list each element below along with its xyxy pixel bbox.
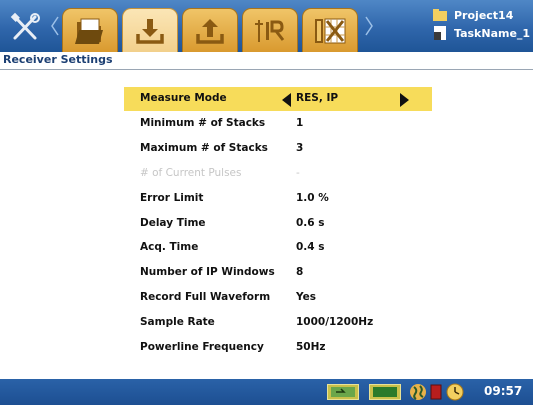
setting-row-powerline-frequency[interactable]: Powerline Frequency 50Hz [124, 336, 432, 360]
chevron-left-icon [50, 14, 60, 38]
setting-row-ip-windows[interactable]: Number of IP Windows 8 [124, 261, 432, 285]
record-indicator-icon [430, 383, 442, 401]
folder-icon [432, 8, 448, 22]
setting-row-max-stacks[interactable]: Maximum # of Stacks 3 [124, 137, 432, 161]
setting-label: Record Full Waveform [140, 291, 271, 303]
setting-row-delay-time[interactable]: Delay Time 0.6 s [124, 212, 432, 236]
setting-value: 50Hz [296, 341, 326, 353]
tab-transmit[interactable] [182, 8, 238, 52]
setting-row-measure-mode[interactable]: Measure Mode RES, IP [124, 87, 432, 111]
setting-value: 0.4 s [296, 241, 325, 253]
setting-label: Acq. Time [140, 241, 199, 253]
setting-value: 1000/1200Hz [296, 316, 374, 328]
chevron-right-icon [364, 14, 374, 38]
setting-value: RES, IP [296, 92, 339, 104]
project-info: Project14 TaskName_1 [432, 4, 533, 48]
upload-tray-icon [193, 16, 227, 46]
project-name: Project14 [454, 8, 514, 22]
grid-tools-icon [313, 16, 347, 46]
setting-row-current-pulses: # of Current Pulses - [124, 162, 432, 186]
project-row: Project14 [432, 6, 513, 24]
setting-value: Yes [296, 291, 317, 303]
setting-label: Error Limit [140, 192, 204, 204]
setting-value: 3 [296, 142, 304, 154]
setting-value: 1.0 % [296, 192, 329, 204]
setting-label: Minimum # of Stacks [140, 117, 266, 129]
setting-row-min-stacks[interactable]: Minimum # of Stacks 1 [124, 112, 432, 136]
setting-label: Delay Time [140, 217, 206, 229]
download-tray-icon [133, 16, 167, 46]
clock-time: 09:57 [484, 384, 523, 398]
setting-row-sample-rate[interactable]: Sample Rate 1000/1200Hz [124, 311, 432, 335]
setting-value: 0.6 s [296, 217, 325, 229]
battery-charging-icon [326, 383, 360, 401]
document-icon [432, 26, 448, 40]
task-row: TaskName_1 [432, 24, 530, 42]
settings-panel: Measure Mode RES, IP Minimum # of Stacks… [0, 71, 533, 379]
tab-project[interactable] [62, 8, 118, 52]
setting-value: 1 [296, 117, 304, 129]
tab-receive[interactable] [122, 8, 178, 52]
setting-value: 8 [296, 266, 304, 278]
project-folder-icon [73, 16, 107, 46]
tools-icon [9, 12, 43, 46]
task-name: TaskName_1 [454, 26, 531, 40]
setting-label: Measure Mode [140, 92, 227, 104]
setting-label: Powerline Frequency [140, 341, 264, 353]
setting-label: Sample Rate [140, 316, 215, 328]
arrow-right-icon[interactable] [400, 92, 410, 107]
setting-value: - [296, 167, 300, 179]
top-toolbar: Project14 TaskName_1 [0, 0, 533, 52]
setting-label: Number of IP Windows [140, 266, 275, 278]
tab-layout[interactable] [302, 8, 358, 52]
receiver-ir-icon [253, 16, 287, 46]
setting-row-full-waveform[interactable]: Record Full Waveform Yes [124, 286, 432, 310]
tools-button[interactable] [4, 10, 48, 48]
status-bar: 09:57 [0, 379, 533, 405]
arrow-left-icon[interactable] [281, 92, 291, 107]
clock-icon [446, 383, 464, 401]
setting-label: # of Current Pulses [140, 167, 242, 179]
page-title: Receiver Settings [3, 53, 113, 66]
setting-row-acq-time[interactable]: Acq. Time 0.4 s [124, 236, 432, 260]
tab-survey[interactable] [242, 8, 298, 52]
setting-row-error-limit[interactable]: Error Limit 1.0 % [124, 187, 432, 211]
page-header: Receiver Settings [0, 52, 533, 70]
battery-icon [368, 383, 402, 401]
setting-label: Maximum # of Stacks [140, 142, 268, 154]
globe-icon [409, 383, 427, 401]
